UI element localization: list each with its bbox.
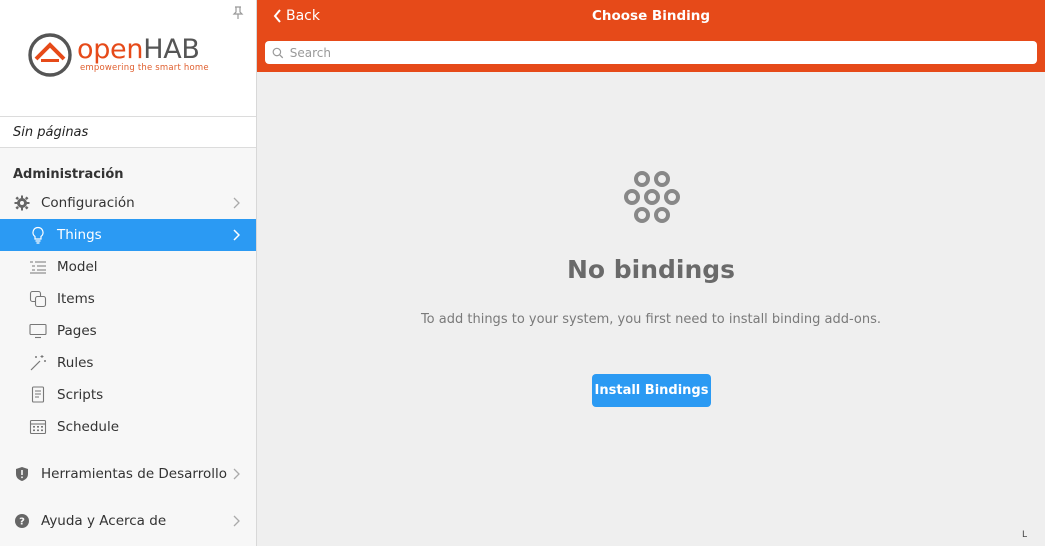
pin-icon[interactable] [232, 6, 244, 20]
search-bar [265, 41, 1037, 64]
gear-icon [13, 194, 31, 212]
sidebar-item-items[interactable]: Items [0, 283, 256, 315]
corner-glyph: L [1021, 530, 1027, 540]
sidebar-item-label: Items [57, 291, 95, 307]
chevron-right-icon [233, 229, 240, 241]
magic-wand-icon [29, 354, 47, 372]
sidebar-item-label: Ayuda y Acerca de [41, 513, 167, 529]
sidebar-item-help[interactable]: ? Ayuda y Acerca de [0, 505, 256, 537]
question-circle-icon: ? [13, 512, 31, 530]
sidebar-item-label: Rules [57, 355, 94, 371]
sidebar-item-label: Schedule [57, 419, 120, 435]
sidebar-item-rules[interactable]: Rules [0, 347, 256, 379]
main-panel: Back Choose Binding No bindings To add t… [257, 0, 1045, 546]
sidebar-item-configuracion[interactable]: Configuración [0, 187, 256, 219]
openhab-logo-icon [28, 33, 72, 77]
bindings-icon [624, 171, 680, 223]
lightbulb-icon [29, 226, 47, 244]
navbar: Back Choose Binding [257, 0, 1045, 72]
sidebar-item-label: Things [57, 227, 102, 243]
sidebar-item-label: Configuración [41, 195, 135, 211]
sidebar-item-label: Scripts [57, 387, 104, 403]
calendar-icon [29, 418, 47, 436]
sidebar-item-dev-tools[interactable]: Herramientas de Desarrollo [0, 458, 256, 490]
shield-icon [13, 465, 31, 483]
empty-state: No bindings To add things to your system… [257, 72, 1045, 546]
sidebar-item-model[interactable]: Model [0, 251, 256, 283]
monitor-icon [29, 322, 47, 340]
chevron-right-icon [233, 468, 240, 480]
empty-title: No bindings [566, 255, 736, 284]
sidebar-item-label: Pages [57, 323, 97, 339]
logo-tagline: empowering the smart home [80, 63, 209, 73]
sidebar-item-label: Herramientas de Desarrollo [41, 466, 228, 482]
squares-icon [29, 290, 47, 308]
document-icon [29, 386, 47, 404]
logo-wordmark: openHAB [77, 34, 200, 65]
admin-section-title: Administración [13, 167, 124, 182]
svg-text:?: ? [19, 517, 25, 528]
sidebar: openHAB empowering the smart home Sin pá… [0, 0, 257, 546]
install-bindings-button[interactable]: Install Bindings [592, 374, 711, 407]
sidebar-item-pages[interactable]: Pages [0, 315, 256, 347]
sidebar-item-scripts[interactable]: Scripts [0, 379, 256, 411]
logo-area: openHAB empowering the smart home [0, 0, 256, 117]
chevron-right-icon [233, 197, 240, 209]
search-input[interactable] [289, 45, 1037, 60]
page-title: Choose Binding [591, 8, 711, 24]
empty-description: To add things to your system, you first … [420, 312, 882, 327]
openhab-logo: openHAB empowering the smart home [28, 32, 228, 78]
search-icon [272, 47, 284, 58]
no-pages-label: Sin páginas [0, 117, 256, 148]
sidebar-item-label: Model [57, 259, 98, 275]
list-tree-icon [29, 258, 47, 276]
chevron-right-icon [233, 515, 240, 527]
sidebar-item-schedule[interactable]: Schedule [0, 411, 256, 443]
sidebar-item-things[interactable]: Things [0, 219, 256, 251]
